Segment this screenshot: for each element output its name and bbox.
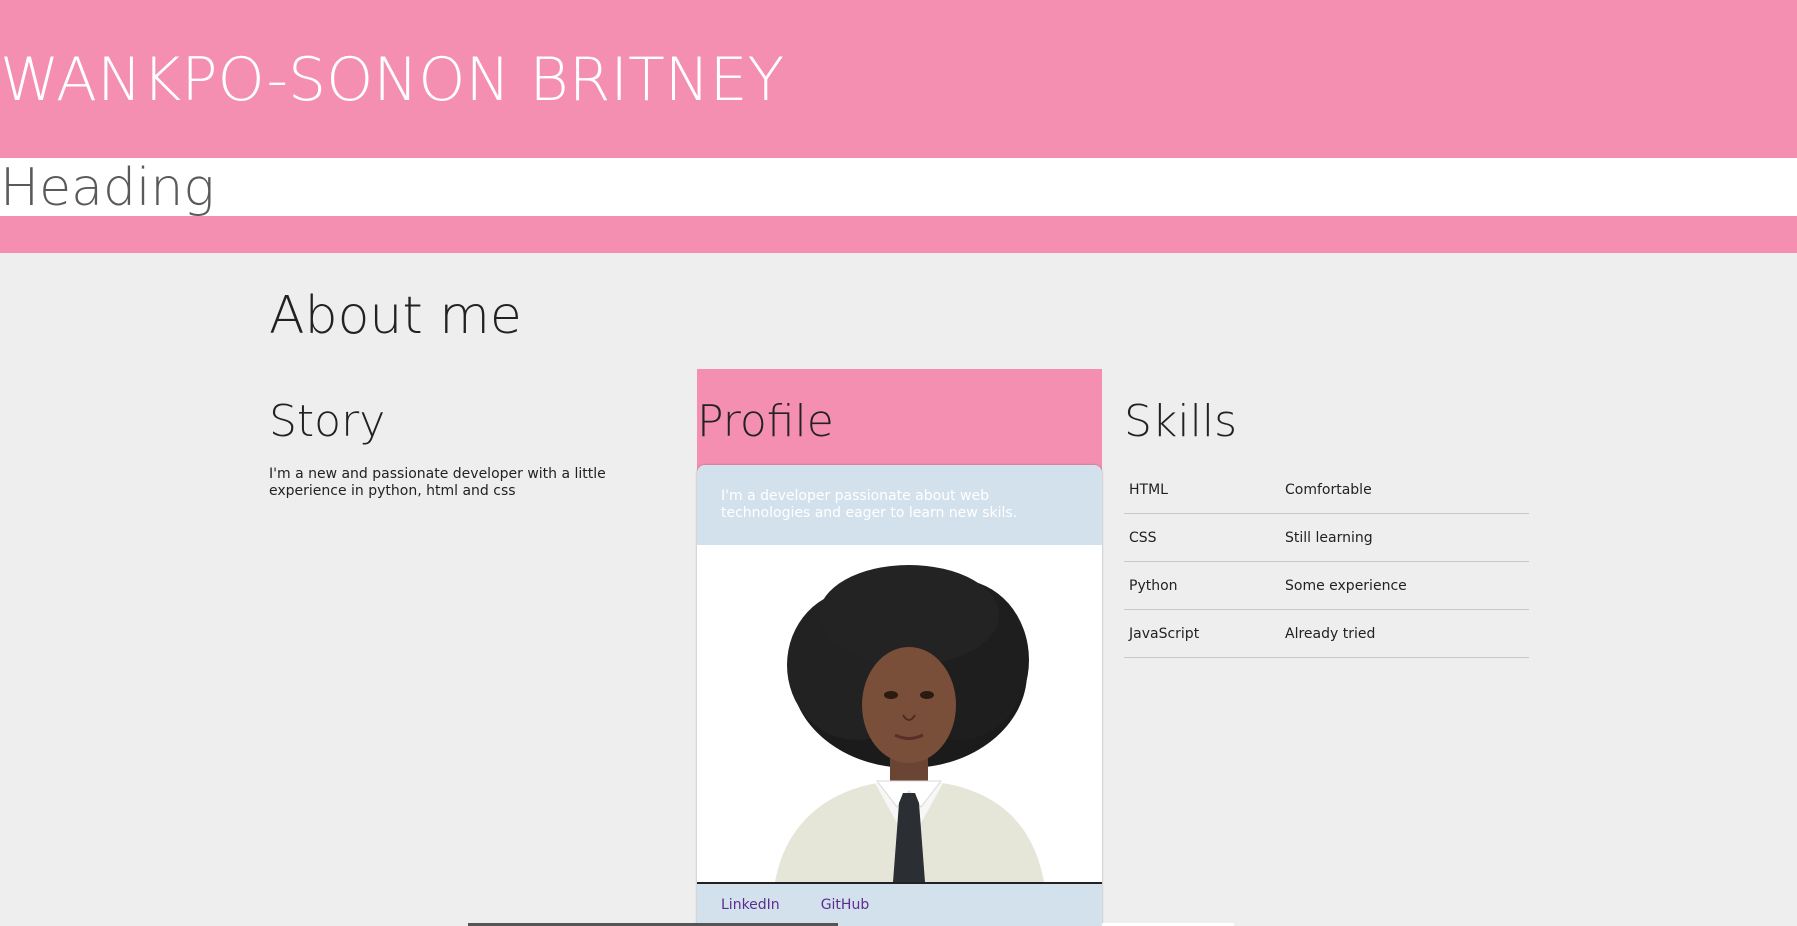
skill-name: HTML	[1124, 466, 1280, 514]
story-title: Story	[269, 396, 386, 447]
github-link[interactable]: GitHub	[821, 897, 870, 913]
skill-level: Still learning	[1280, 513, 1529, 562]
site-header: WANKPO-SONON BRITNEY	[0, 0, 1797, 158]
skill-level: Some experience	[1280, 561, 1529, 610]
skills-title: Skills	[1124, 396, 1238, 447]
profile-description: I'm a developer passionate about web tec…	[697, 465, 1102, 545]
skill-name: Python	[1124, 561, 1280, 610]
profile-title: Profile	[697, 396, 834, 447]
profile-links: LinkedIn GitHub	[697, 884, 1102, 926]
profile-portrait-image	[775, 565, 1044, 882]
nav-strip	[0, 216, 1797, 253]
table-row: HTML Comfortable	[1124, 466, 1529, 514]
profile-photo	[697, 545, 1102, 884]
skills-section: Skills HTML Comfortable CSS Still learni…	[1124, 400, 1529, 658]
about-title: About me	[269, 286, 522, 346]
skill-name: CSS	[1124, 513, 1280, 562]
skill-level: Already tried	[1280, 609, 1529, 658]
skill-level: Comfortable	[1280, 466, 1529, 514]
heading-bar: Heading	[0, 158, 1797, 216]
story-text: I'm a new and passionate developer with …	[269, 466, 606, 499]
skill-name: JavaScript	[1124, 609, 1280, 658]
table-row: JavaScript Already tried	[1124, 609, 1529, 658]
linkedin-link[interactable]: LinkedIn	[721, 897, 780, 913]
site-title: WANKPO-SONON BRITNEY	[0, 45, 785, 115]
table-row: CSS Still learning	[1124, 513, 1529, 562]
story-section: Story I'm a new and passionate developer…	[269, 400, 679, 500]
profile-section: Profile I'm a developer passionate about…	[697, 369, 1102, 926]
profile-card: I'm a developer passionate about web tec…	[697, 465, 1102, 926]
table-row: Python Some experience	[1124, 561, 1529, 610]
heading-text: Heading	[0, 158, 215, 218]
skills-table: HTML Comfortable CSS Still learning Pyth…	[1124, 466, 1529, 658]
